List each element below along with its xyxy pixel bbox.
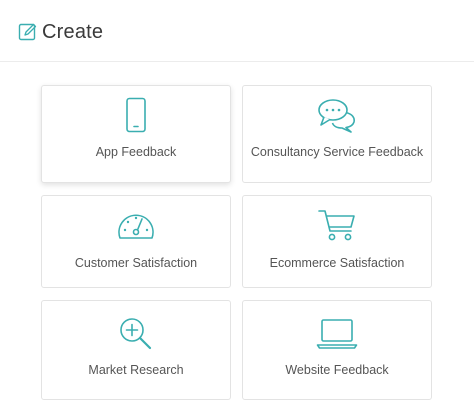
magnifier-plus-icon bbox=[120, 318, 152, 350]
page-header: Create bbox=[0, 0, 474, 62]
card-label: Website Feedback bbox=[285, 363, 389, 377]
card-consultancy-service-feedback[interactable]: Consultancy Service Feedback bbox=[242, 85, 432, 183]
card-market-research[interactable]: Market Research bbox=[41, 300, 231, 400]
card-label: Market Research bbox=[88, 363, 184, 377]
card-app-feedback[interactable]: App Feedback bbox=[41, 85, 231, 183]
card-website-feedback[interactable]: Website Feedback bbox=[242, 300, 432, 400]
mobile-phone-icon bbox=[126, 97, 146, 133]
shopping-cart-icon bbox=[318, 210, 355, 241]
card-customer-satisfaction[interactable]: Customer Satisfaction bbox=[41, 195, 231, 288]
speedometer-icon bbox=[118, 214, 154, 239]
edit-icon bbox=[18, 23, 37, 41]
laptop-icon bbox=[316, 319, 358, 349]
card-label: Ecommerce Satisfaction bbox=[269, 256, 405, 270]
card-label: Customer Satisfaction bbox=[74, 256, 198, 270]
card-label: App Feedback bbox=[95, 145, 177, 159]
card-ecommerce-satisfaction[interactable]: Ecommerce Satisfaction bbox=[242, 195, 432, 288]
page-title: Create bbox=[42, 21, 104, 43]
chat-bubbles-icon bbox=[318, 99, 355, 133]
card-label: Consultancy Service Feedback bbox=[250, 145, 424, 159]
